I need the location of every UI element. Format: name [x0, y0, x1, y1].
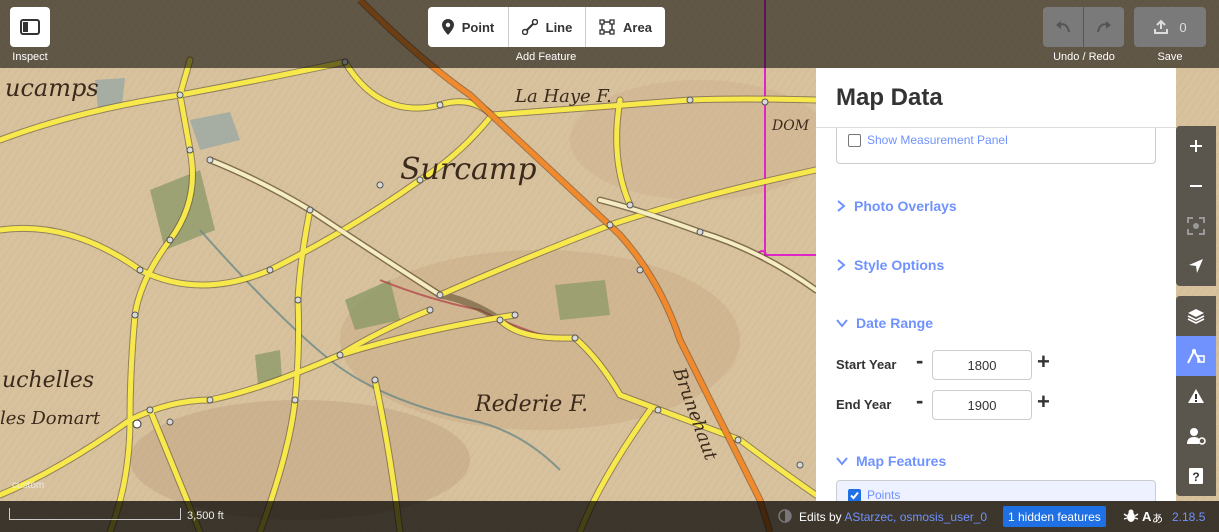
map-label-la-haye: La Haye F.: [515, 86, 612, 107]
panel-header: Map Data: [816, 68, 1176, 128]
svg-text:あ: あ: [1152, 512, 1162, 524]
panel-title: Map Data: [836, 84, 943, 111]
end-year-increment[interactable]: +: [1037, 391, 1050, 413]
map-data-panel: Map Data Show Measurement Panel Photo Ov…: [816, 68, 1176, 501]
points-checkbox[interactable]: [848, 488, 861, 501]
measurement-panel-checkbox[interactable]: [848, 133, 861, 147]
imagery-attribution: custom: [12, 480, 45, 491]
help-icon: ?: [1189, 468, 1203, 484]
style-options-label: Style Options: [854, 257, 945, 273]
undo-redo-label: Undo / Redo: [1053, 51, 1115, 63]
inspect-button[interactable]: [10, 7, 50, 47]
map-label-rederie: Rederie F.: [475, 392, 589, 417]
upload-icon: [1154, 19, 1169, 34]
redo-button[interactable]: [1084, 7, 1124, 47]
section-date-range[interactable]: Date Range: [836, 315, 933, 331]
add-line-button[interactable]: Line: [509, 7, 586, 47]
start-year-increment[interactable]: +: [1037, 351, 1050, 373]
translate-icon[interactable]: A あ: [1142, 508, 1162, 524]
edits-by: Edits by AStarzec, osmosis_user_0: [799, 510, 987, 524]
date-range-label: Date Range: [856, 315, 934, 331]
location-arrow-icon: [1189, 259, 1203, 273]
end-year-input[interactable]: [932, 390, 1032, 420]
area-icon: [599, 19, 615, 35]
checkmark-icon: [850, 491, 859, 499]
end-year-decrement[interactable]: -: [916, 390, 923, 412]
hidden-features-badge[interactable]: 1 hidden features: [1003, 506, 1106, 527]
add-feature-group: Point Line Area: [428, 7, 665, 47]
plus-icon: [1190, 140, 1202, 152]
section-photo-overlays[interactable]: Photo Overlays: [836, 198, 957, 214]
add-feature-label: Add Feature: [515, 51, 577, 63]
layers-icon: [1187, 309, 1205, 324]
redo-icon: [1097, 21, 1111, 33]
background-pane-button[interactable]: [1176, 296, 1216, 336]
scale-bar[interactable]: [9, 508, 181, 520]
edits-by-users-link[interactable]: AStarzec, osmosis_user_0: [844, 510, 987, 524]
sidebar-toggle-icon: [20, 19, 40, 35]
measurement-panel-label: Show Measurement Panel: [867, 133, 1008, 147]
section-style-options[interactable]: Style Options: [836, 257, 944, 273]
zoom-to-selection-icon: [1187, 217, 1205, 235]
map-features-label: Map Features: [856, 453, 947, 469]
preferences-pane-button[interactable]: [1176, 416, 1216, 456]
map-data-icon: [1187, 348, 1205, 364]
chevron-right-icon: [837, 200, 846, 212]
minus-icon: [1190, 185, 1202, 187]
map-label-domart-right: DOM: [772, 118, 810, 134]
section-map-features[interactable]: Map Features: [836, 453, 946, 469]
chevron-down-icon: [836, 457, 848, 466]
map-label-uchelles: uchelles: [2, 368, 95, 393]
top-toolbar: Inspect Point Line Area Add Feature Undo…: [0, 0, 1219, 68]
end-year-label: End Year: [836, 397, 892, 412]
map-features-list: Points: [836, 480, 1156, 501]
map-label-surcamps-top: ucamps: [5, 74, 99, 102]
map-data-pane-button[interactable]: [1176, 336, 1216, 376]
chevron-down-icon: [836, 319, 848, 328]
zoom-to-selection-button[interactable]: [1176, 206, 1216, 246]
footer-bar: custom 3,500 ft Edits by AStarzec, osmos…: [0, 480, 1219, 532]
warning-icon: [1188, 389, 1204, 403]
measurement-panel-option[interactable]: Show Measurement Panel: [848, 133, 1008, 147]
area-label: Area: [623, 19, 652, 35]
map-label-domart-left: les Domart: [0, 408, 101, 429]
add-point-button[interactable]: Point: [428, 7, 509, 47]
map-label-surcamps: Surcamp: [400, 152, 537, 187]
version-link[interactable]: 2.18.5: [1172, 510, 1205, 524]
bug-icon[interactable]: [1123, 508, 1139, 524]
point-label: Point: [461, 19, 495, 35]
save-count: 0: [1179, 19, 1187, 35]
svg-text:?: ?: [1192, 470, 1199, 484]
user-settings-icon: [1187, 428, 1206, 445]
add-area-button[interactable]: Area: [586, 7, 665, 47]
points-feature-option[interactable]: Points: [848, 488, 900, 501]
points-label: Points: [867, 488, 901, 501]
start-year-input[interactable]: [932, 350, 1032, 380]
photo-overlays-label: Photo Overlays: [854, 198, 957, 214]
help-pane-button[interactable]: ?: [1176, 456, 1216, 496]
point-icon: [441, 19, 454, 35]
edits-by-prefix: Edits by: [799, 510, 842, 524]
zoom-out-button[interactable]: [1176, 166, 1216, 206]
save-label: Save: [1157, 51, 1183, 63]
save-button[interactable]: 0: [1134, 7, 1206, 47]
scale-label: 3,500 ft: [187, 510, 224, 522]
issues-pane-button[interactable]: [1176, 376, 1216, 416]
inspect-label: Inspect: [12, 51, 48, 63]
undo-icon: [1056, 21, 1070, 33]
line-label: Line: [545, 19, 573, 35]
start-year-decrement[interactable]: -: [916, 350, 923, 372]
start-year-label: Start Year: [836, 357, 897, 372]
chevron-right-icon: [837, 259, 846, 271]
geolocate-button[interactable]: [1176, 246, 1216, 286]
zoom-in-button[interactable]: [1176, 126, 1216, 166]
line-icon: [521, 19, 538, 35]
svg-text:A: A: [1142, 509, 1152, 524]
undo-button[interactable]: [1043, 7, 1083, 47]
loading-spinner-icon: [778, 509, 792, 523]
